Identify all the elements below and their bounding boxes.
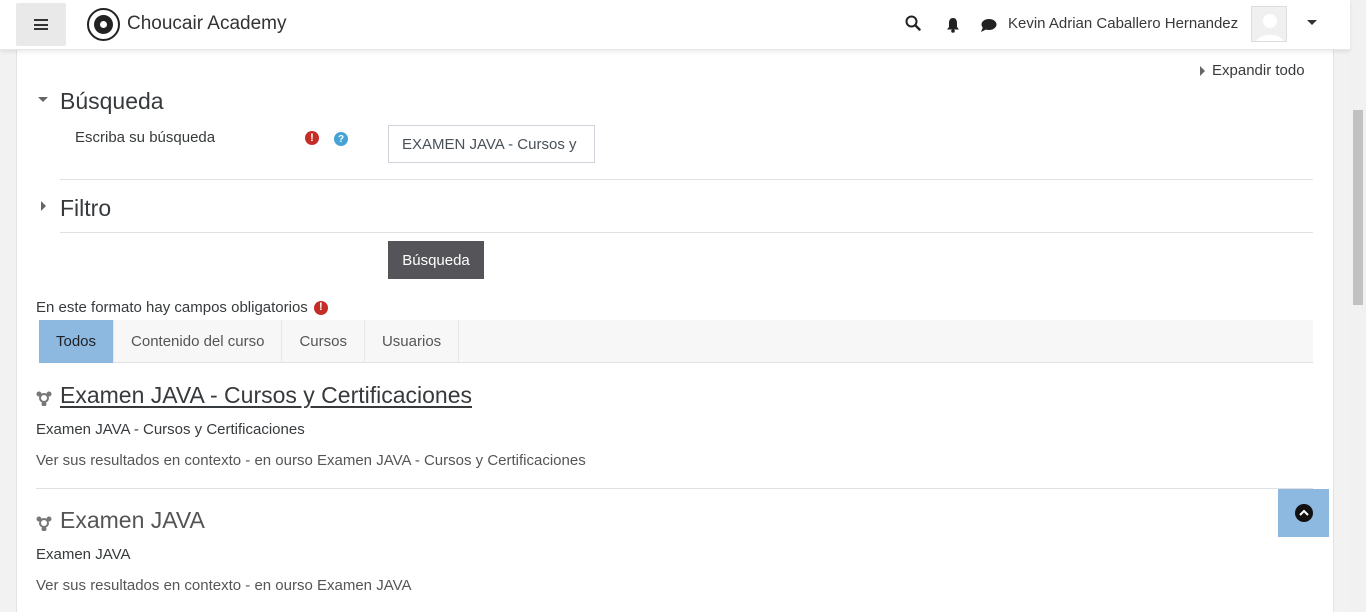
avatar[interactable] <box>1251 6 1287 42</box>
bell-icon[interactable] <box>946 17 960 33</box>
tab-todos[interactable]: Todos <box>39 320 115 363</box>
required-icon: ! <box>305 131 319 145</box>
collapse-caret-icon[interactable] <box>38 97 48 102</box>
result-title-link[interactable]: Examen JAVA <box>60 507 205 534</box>
tab-usuarios[interactable]: Usuarios <box>365 320 460 363</box>
caret-right-icon <box>1200 65 1205 76</box>
expand-all-label: Expandir todo <box>1212 62 1305 79</box>
result-context-link[interactable]: Ver sus resultados en contexto - en ours… <box>36 577 411 594</box>
required-icon: ! <box>313 300 328 315</box>
result-description: Examen JAVA <box>36 546 131 563</box>
divider <box>60 232 1313 233</box>
result-tabs: Todos Contenido del curso Cursos Usuario… <box>39 320 1313 363</box>
expand-all-link[interactable]: Expandir todo <box>1200 62 1305 79</box>
chat-icon[interactable] <box>980 18 997 33</box>
tab-cursos[interactable]: Cursos <box>282 320 365 363</box>
required-fields-note: En este formato hay campos obligatorios … <box>36 299 328 316</box>
course-icon <box>36 391 52 406</box>
result-context-link[interactable]: Ver sus resultados en contexto - en ours… <box>36 452 586 469</box>
user-avatar-icon <box>1252 7 1286 41</box>
divider <box>36 488 1313 489</box>
chevron-down-icon[interactable] <box>1307 20 1317 25</box>
search-input[interactable] <box>388 125 595 163</box>
scrollbar[interactable] <box>1350 0 1366 612</box>
menu-icon <box>34 19 48 30</box>
back-to-top-button[interactable] <box>1278 489 1329 537</box>
help-icon[interactable]: ? <box>334 132 348 146</box>
menu-toggle-button[interactable] <box>16 3 66 46</box>
divider <box>60 179 1313 180</box>
search-section-heading[interactable]: Búsqueda <box>60 88 164 115</box>
search-icon[interactable] <box>905 15 921 31</box>
required-note-text: En este formato hay campos obligatorios <box>36 299 308 316</box>
result-description: Examen JAVA - Cursos y Certificaciones <box>36 421 305 438</box>
search-field-label: Escriba su búsqueda <box>75 129 216 146</box>
search-submit-button[interactable]: Búsqueda <box>388 241 484 279</box>
user-name[interactable]: Kevin Adrian Caballero Hernandez <box>1008 15 1238 32</box>
site-name[interactable]: Choucair Academy <box>127 13 286 35</box>
expand-caret-icon[interactable] <box>41 201 46 211</box>
scrollbar-thumb[interactable] <box>1353 110 1363 305</box>
chevron-up-icon <box>1294 504 1313 522</box>
top-navbar: Choucair Academy Kevin Adrian Caballero … <box>0 0 1350 50</box>
filter-section-heading[interactable]: Filtro <box>60 195 111 222</box>
result-title-link[interactable]: Examen JAVA - Cursos y Certificaciones <box>60 382 472 409</box>
course-icon <box>36 516 52 531</box>
tab-contenido-del-curso[interactable]: Contenido del curso <box>114 320 283 363</box>
site-logo[interactable] <box>87 8 120 41</box>
